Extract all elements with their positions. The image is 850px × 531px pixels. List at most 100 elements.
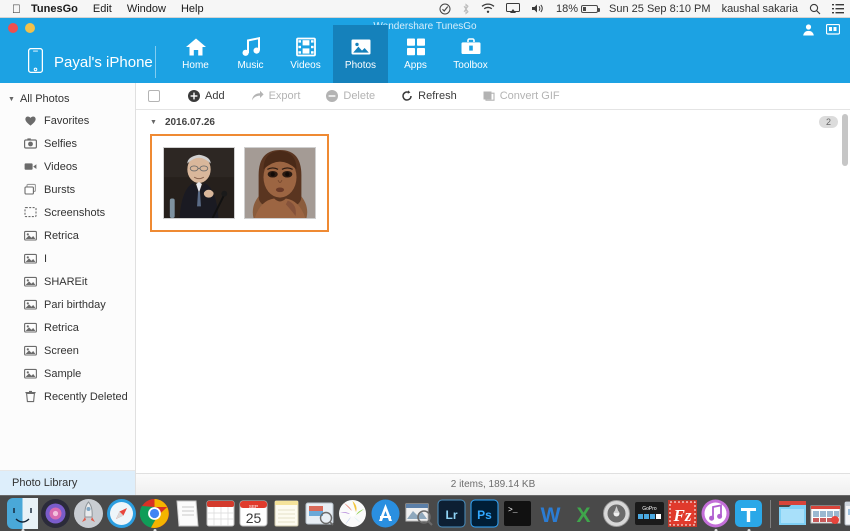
sidebar-item-retrica-2[interactable]: Retrica	[0, 316, 135, 339]
nav-label-apps: Apps	[404, 61, 427, 71]
sidebar-item-selfies[interactable]: Selfies	[0, 132, 135, 155]
sidebar-item-shareit[interactable]: SHAREit	[0, 270, 135, 293]
dock-item-photoshop[interactable]: Ps	[469, 498, 500, 529]
dock-item-gopro[interactable]: GoPro	[634, 498, 665, 529]
menu-item-edit[interactable]: Edit	[93, 3, 112, 15]
photo-thumbnail-2[interactable]	[244, 147, 316, 219]
dock-item-itunes[interactable]	[700, 498, 731, 529]
convert-gif-button[interactable]: Convert GIF	[483, 90, 560, 102]
dock-item-launchpad[interactable]	[73, 498, 104, 529]
content-area: Add Export Delete	[136, 83, 850, 495]
nav-label-music: Music	[237, 61, 263, 71]
notification-center-icon[interactable]	[832, 3, 844, 15]
camera-icon	[24, 137, 37, 150]
album-icon	[24, 321, 37, 334]
photo-group-header[interactable]: ▼ 2016.07.26 2	[136, 110, 850, 134]
sidebar-item-bursts[interactable]: Bursts	[0, 178, 135, 201]
sidebar-item-pari-birthday[interactable]: Pari birthday	[0, 293, 135, 316]
menubar-datetime[interactable]: Sun 25 Sep 8:10 PM	[609, 3, 711, 15]
dock-item-textedit[interactable]	[172, 498, 203, 529]
nav-tab-apps[interactable]: Apps	[388, 25, 443, 83]
dock-item-finder[interactable]	[7, 498, 38, 529]
sidebar-item-label: I	[44, 253, 47, 265]
dock-item-disc-utility[interactable]	[601, 498, 632, 529]
select-all-checkbox[interactable]	[148, 90, 160, 102]
nav-tab-toolbox[interactable]: Toolbox	[443, 25, 498, 83]
sidebar-item-sample[interactable]: Sample	[0, 362, 135, 385]
sidebar-item-screenshots[interactable]: Screenshots	[0, 201, 135, 224]
wifi-icon[interactable]	[481, 3, 495, 14]
dock-item-preview[interactable]	[403, 498, 434, 529]
photo-selection-frame[interactable]	[150, 134, 329, 232]
dock-item-recent-stack[interactable]	[810, 498, 841, 529]
dock-item-tunesgo[interactable]	[733, 498, 764, 529]
dock-item-calendar-day[interactable]: SEP25	[238, 498, 269, 529]
dock-item-filezilla[interactable]: Fz	[667, 498, 698, 529]
airplay-icon[interactable]	[506, 3, 520, 14]
svg-text:Ps: Ps	[477, 508, 492, 522]
sidebar-item-videos[interactable]: Videos	[0, 155, 135, 178]
sidebar-item-favorites[interactable]: Favorites	[0, 109, 135, 132]
dock-item-notes[interactable]	[271, 498, 302, 529]
nav-tab-photos[interactable]: Photos	[333, 25, 388, 83]
refresh-button[interactable]: Refresh	[401, 90, 457, 102]
svg-text:>_: >_	[508, 506, 518, 515]
connected-device[interactable]: Payal's iPhone	[28, 48, 153, 77]
sidebar-item-all-photos[interactable]: ▼ All Photos	[0, 89, 135, 109]
gif-icon	[483, 90, 495, 102]
vertical-scrollbar[interactable]	[842, 114, 848, 166]
checkmark-circle-icon[interactable]	[439, 3, 451, 15]
account-icon[interactable]	[802, 23, 815, 36]
svg-text:Lr: Lr	[446, 508, 458, 522]
sidebar-item-screen[interactable]: Screen	[0, 339, 135, 362]
nav-tab-videos[interactable]: Videos	[278, 25, 333, 83]
dock-item-word[interactable]: W	[535, 498, 566, 529]
dock-item-excel[interactable]: X	[568, 498, 599, 529]
export-button[interactable]: Export	[251, 90, 301, 102]
search-icon[interactable]	[809, 3, 821, 15]
dock-item-siri[interactable]	[40, 498, 71, 529]
dock-item-downloads-folder[interactable]	[777, 498, 808, 529]
delete-button[interactable]: Delete	[326, 90, 375, 102]
apps-icon	[405, 37, 427, 57]
menu-item-tunesgo[interactable]: TunesGo	[31, 3, 78, 15]
screenshot-icon	[24, 206, 37, 219]
sidebar-item-recently-deleted[interactable]: Recently Deleted	[0, 385, 135, 408]
volume-icon[interactable]	[531, 3, 545, 14]
sidebar-item-i[interactable]: I	[0, 247, 135, 270]
export-arrow-icon	[251, 90, 264, 102]
dock-item-app-store[interactable]	[370, 498, 401, 529]
add-button[interactable]: Add	[188, 90, 225, 102]
battery-icon	[581, 5, 598, 13]
screen:  TunesGo Edit Window Help 18% Sun 25 Se…	[0, 0, 850, 531]
sidebar-item-retrica-1[interactable]: Retrica	[0, 224, 135, 247]
sidebar-item-label: Recently Deleted	[44, 391, 128, 403]
dock-item-terminal[interactable]: >_	[502, 498, 533, 529]
menu-item-window[interactable]: Window	[127, 3, 166, 15]
heart-icon	[24, 114, 37, 127]
dock-item-photos[interactable]	[337, 498, 368, 529]
sidebar-item-label: SHAREit	[44, 276, 87, 288]
bluetooth-icon[interactable]	[462, 3, 470, 15]
macos-menu-bar:  TunesGo Edit Window Help 18% Sun 25 Se…	[0, 0, 850, 18]
sidebar-item-photo-library[interactable]: Photo Library	[0, 470, 135, 495]
dock-item-documents-stack[interactable]: L	[843, 498, 850, 529]
group-count-badge: 2	[819, 116, 838, 128]
dock-item-safari[interactable]	[106, 498, 137, 529]
nav-tab-music[interactable]: Music	[223, 25, 278, 83]
nav-label-videos: Videos	[290, 61, 320, 71]
dock-item-chrome[interactable]	[139, 498, 170, 529]
battery-status[interactable]: 18%	[556, 3, 598, 15]
dock-item-calendar-month[interactable]	[205, 498, 236, 529]
delete-label: Delete	[343, 90, 375, 102]
nav-tab-home[interactable]: Home	[168, 25, 223, 83]
nav-label-home: Home	[182, 61, 209, 71]
photo-thumbnail-1[interactable]	[163, 147, 235, 219]
sidebar-item-label: Retrica	[44, 230, 79, 242]
apple-icon[interactable]: 	[12, 3, 21, 15]
dock-item-lightroom[interactable]: Lr	[436, 498, 467, 529]
menu-item-help[interactable]: Help	[181, 3, 204, 15]
feedback-icon[interactable]	[826, 24, 840, 36]
dock-item-mail[interactable]	[304, 498, 335, 529]
menubar-username[interactable]: kaushal sakaria	[722, 3, 798, 15]
